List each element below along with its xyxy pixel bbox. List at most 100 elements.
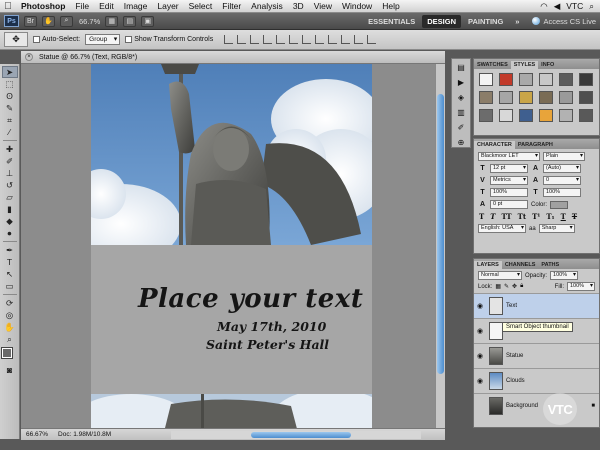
distribute-left-icon[interactable] [341,35,351,44]
menu-view[interactable]: View [309,1,337,11]
layer-name[interactable]: Statue [506,353,599,359]
menu-analysis[interactable]: Analysis [246,1,288,11]
align-right-icon[interactable] [289,35,299,44]
blend-mode-select[interactable]: Normal [478,271,522,280]
status-zoom[interactable]: 66.67% [26,431,48,438]
language-select[interactable]: English: USA [478,224,526,233]
leading-field[interactable]: (Auto) [543,164,581,173]
vertical-scale-field[interactable]: 100% [490,188,528,197]
kerning-field[interactable]: Metrics [490,176,528,185]
brushes-panel-icon[interactable]: ✐ [455,122,467,132]
headline-text[interactable]: Place your text [91,284,372,314]
smart-object-thumbnail[interactable] [489,297,503,315]
wifi-icon[interactable]: ◠ [540,1,547,12]
layer-thumbnail[interactable] [489,322,503,340]
hand-tool-icon[interactable]: ✋ [42,15,55,27]
visibility-eye-icon[interactable]: ◉ [474,302,486,310]
zoom-level-select[interactable]: 66.7% [79,17,100,26]
type-tool-icon[interactable]: T [2,256,18,268]
actions-panel-icon[interactable]: ▶ [455,77,467,87]
view-extras-button[interactable]: ▦ [105,15,119,27]
document-tab[interactable]: × Statue @ 66.7% (Text, RGB/8*) [21,51,445,64]
faux-italic-icon[interactable]: T [490,212,495,221]
marquee-tool-icon[interactable]: ⬚ [2,78,18,90]
pen-tool-icon[interactable]: ✒ [2,244,18,256]
layer-name[interactable]: Clouds [506,378,599,384]
tool-preset-picker[interactable]: ✥ [4,32,28,47]
style-swatch[interactable] [539,109,553,122]
navigator-panel-icon[interactable]: ◈ [455,92,467,102]
font-size-field[interactable]: 12 pt [490,164,528,173]
apple-menu-icon[interactable]:  [0,1,16,12]
menu-help[interactable]: Help [377,1,404,11]
venue-text[interactable]: Saint Peter's Hall [91,337,372,352]
distribute-bottom-icon[interactable] [328,35,338,44]
healing-brush-tool-icon[interactable]: ✚ [2,143,18,155]
underline-icon[interactable]: T [561,212,566,221]
font-style-select[interactable]: Plain [543,152,585,161]
lock-position-icon[interactable]: ✥ [512,283,517,290]
tab-channels[interactable]: CHANNELS [502,261,539,269]
layer-thumbnail[interactable] [489,372,503,390]
clone-stamp-tool-icon[interactable]: ⊥ [2,167,18,179]
menu-app[interactable]: Photoshop [16,1,70,11]
zoom-tool-icon[interactable]: ⌕ [2,333,18,345]
spotlight-search-icon[interactable]: ⌕ [589,1,594,12]
workspace-painting[interactable]: PAINTING [463,15,508,28]
style-swatch[interactable] [499,91,513,104]
layer-clouds[interactable]: ◉ Clouds [474,368,599,393]
text-color-chip[interactable] [550,200,569,209]
style-swatch[interactable] [519,109,533,122]
subscript-icon[interactable]: T₁ [546,212,554,221]
tab-character[interactable]: CHARACTER [474,141,515,149]
user-label[interactable]: VTC [566,1,583,11]
style-swatch[interactable] [579,91,593,104]
artboard[interactable]: Place your text May 17th, 2010 Saint Pet… [91,64,372,428]
history-brush-tool-icon[interactable]: ↺ [2,179,18,191]
show-transform-checkbox[interactable]: Show Transform Controls [125,36,213,43]
crop-tool-icon[interactable]: ⌗ [2,114,18,126]
layer-name[interactable]: Text [506,303,599,309]
antialias-select[interactable]: Sharp [538,224,575,233]
workspace-more-button[interactable]: » [510,15,524,28]
3d-rotate-tool-icon[interactable]: ⟳ [2,297,18,309]
zoom-tool-icon[interactable]: ⌕ [60,15,73,27]
menu-layer[interactable]: Layer [152,1,183,11]
layer-thumbnail[interactable] [489,397,503,415]
show-transform-box[interactable] [125,36,133,43]
visibility-eye-icon[interactable]: ◉ [474,352,486,360]
distribute-top-icon[interactable] [302,35,312,44]
menu-3d[interactable]: 3D [288,1,309,11]
auto-select-box[interactable] [33,36,40,43]
tab-paragraph[interactable]: PARAGRAPH [515,141,556,149]
tab-styles[interactable]: STYLES [510,61,539,69]
superscript-icon[interactable]: T¹ [532,212,540,221]
vertical-scroll-thumb[interactable] [437,94,444,374]
vertical-scrollbar[interactable] [435,64,445,428]
all-caps-icon[interactable]: TT [501,212,511,221]
workspace-essentials[interactable]: ESSENTIALS [363,15,420,28]
align-hcenter-icon[interactable] [276,35,286,44]
style-swatch[interactable] [519,91,533,104]
menu-select[interactable]: Select [184,1,218,11]
status-doc-size[interactable]: Doc: 1.98M/10.8M [58,431,111,438]
auto-select-checkbox[interactable]: Auto-Select: [33,36,80,43]
screen-mode-button[interactable]: ▣ [141,15,155,27]
style-swatch[interactable] [499,73,513,86]
histogram-panel-icon[interactable]: ▥ [455,107,467,117]
horizontal-scale-field[interactable]: 100% [543,188,581,197]
visibility-eye-icon[interactable]: ◉ [474,327,486,335]
dodge-tool-icon[interactable]: ● [2,227,18,239]
style-swatch[interactable] [539,91,553,104]
eraser-tool-icon[interactable]: ▱ [2,191,18,203]
lasso-tool-icon[interactable]: ʘ [2,90,18,102]
tab-paths[interactable]: PATHS [538,261,562,269]
layer-background[interactable]: Background ■ [474,393,599,418]
style-swatch[interactable] [479,109,493,122]
menu-file[interactable]: File [70,1,94,11]
menu-filter[interactable]: Filter [217,1,246,11]
foreground-color[interactable] [0,347,13,359]
horizontal-scroll-thumb[interactable] [251,432,351,438]
tab-swatches[interactable]: SWATCHES [474,61,511,69]
style-swatch[interactable] [539,73,553,86]
